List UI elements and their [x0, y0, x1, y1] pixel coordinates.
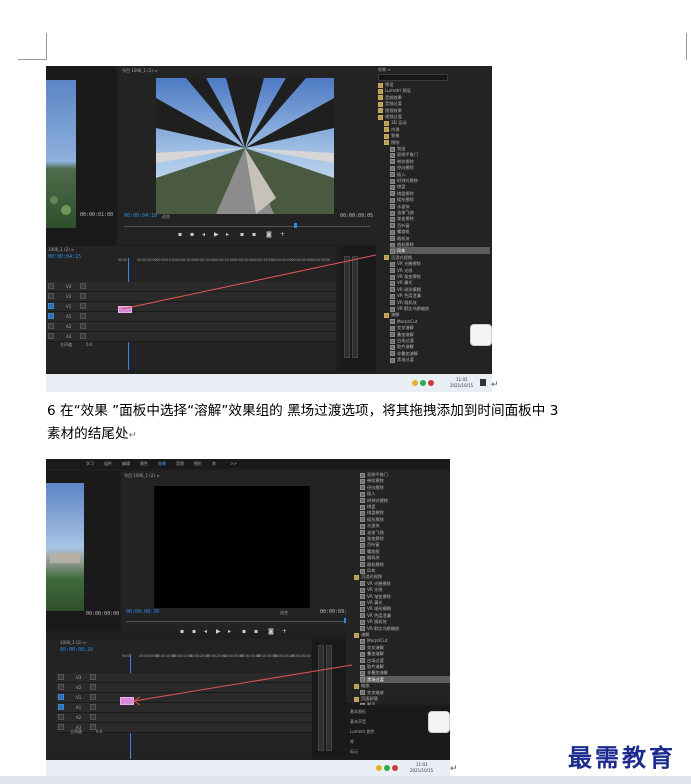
tray-app-icon[interactable] — [392, 765, 398, 771]
tray-app-icon[interactable] — [376, 765, 382, 771]
instruction-line-2-text: 素材的结尾处 — [47, 426, 129, 442]
paragraph-mark: ↵ — [450, 764, 458, 774]
paragraph-mark: ↵ — [491, 380, 499, 390]
page-corner-mark-left — [46, 33, 47, 60]
tray-app-icon[interactable] — [428, 380, 434, 386]
instruction-line-1: 6 在“效果 ”面板中选择“溶解”效果组的 黑场过渡选项，将其拖拽添加到时间面板… — [47, 403, 559, 419]
tray-app-icon[interactable] — [420, 380, 426, 386]
cursor-badge — [428, 711, 450, 733]
taskbar-date[interactable]: 2021/10/15 — [410, 768, 433, 773]
page-bottom-strip — [0, 776, 691, 784]
tray-app-icon[interactable] — [384, 765, 390, 771]
drag-guide-line — [133, 664, 353, 706]
taskbar-clock[interactable]: 11:03 — [416, 762, 428, 767]
cursor-badge — [470, 324, 492, 346]
taskbar-date[interactable]: 2021/10/15 — [450, 383, 473, 388]
page-corner-mark-right — [686, 33, 687, 60]
instruction-paragraph: 6 在“效果 ”面板中选择“溶解”效果组的 黑场过渡选项，将其拖拽添加到时间面板… — [47, 400, 687, 447]
notification-icon[interactable] — [480, 379, 486, 386]
taskbar: 11:03 2021/10/15 — [46, 760, 450, 776]
taskbar: 11:02 2021/10/15 — [46, 374, 492, 392]
instruction-line-2: 素材的结尾处↵ — [47, 423, 687, 447]
drag-guide-line — [121, 254, 377, 310]
screenshot-premiere-1: 00:00:01:00 节目 1006_1 (2) ≡ 00:00:04:10 … — [46, 66, 492, 392]
brand-watermark: 最需教育 — [568, 743, 676, 772]
screenshot-premiere-2: 学习 组件 编辑 颜色 效果 音频 图形库 >> 00:00:00:00 节目 1006_1 … — [46, 459, 450, 776]
tray-app-icon[interactable] — [412, 380, 418, 386]
taskbar-clock[interactable]: 11:02 — [456, 377, 468, 382]
paragraph-mark: ↵ — [128, 430, 137, 441]
page-corner-mark-left — [18, 59, 46, 60]
